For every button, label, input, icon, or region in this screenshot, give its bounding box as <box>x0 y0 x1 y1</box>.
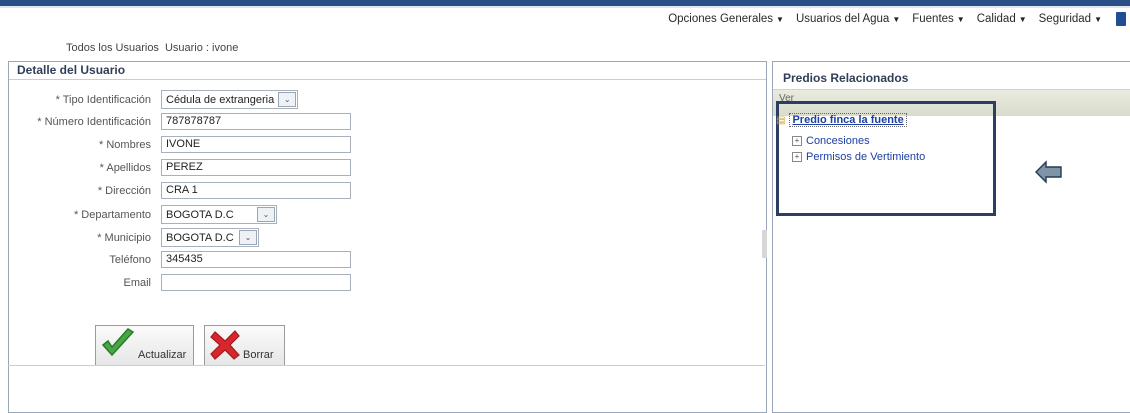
field-label: * Departamento <box>73 208 151 221</box>
departamento-select[interactable]: BOGOTA D.C ⌄ <box>161 205 277 224</box>
tree-node-permisos[interactable]: + Permisos de Vertimiento <box>792 151 925 163</box>
chevron-down-icon[interactable]: ⌄ <box>278 92 297 107</box>
apellidos-field[interactable]: PEREZ <box>161 159 351 176</box>
direccion-field[interactable]: CRA 1 <box>161 182 351 199</box>
expand-plus-icon[interactable]: + <box>792 152 802 162</box>
form-footer-divider <box>8 365 765 366</box>
menu-opciones-generales[interactable]: Opciones Generales ▼ <box>668 12 784 26</box>
expand-plus-icon[interactable]: + <box>792 136 802 146</box>
email-field[interactable] <box>161 274 351 291</box>
tipo-identificacion-select[interactable]: Cédula de extrangeria ⌄ <box>161 90 299 109</box>
arrow-left-icon <box>1035 160 1062 184</box>
field-label: * Dirección <box>97 184 151 197</box>
menu-seguridad[interactable]: Seguridad ▼ <box>1039 12 1102 26</box>
actualizar-button[interactable]: Actualizar <box>95 325 194 366</box>
nombres-field[interactable]: IVONE <box>161 136 351 153</box>
form-row-direccion: * Dirección CRA 1 <box>9 182 351 199</box>
top-brand-shadow <box>0 6 1130 8</box>
checkmark-icon <box>101 328 135 357</box>
field-label: Teléfono <box>109 253 151 266</box>
splitter-handle[interactable] <box>762 230 767 258</box>
form-row-tipo-id: * Tipo Identificación Cédula de extrange… <box>9 90 299 109</box>
tree-node-label[interactable]: Concesiones <box>806 135 870 147</box>
select-value: BOGOTA D.C <box>166 231 234 244</box>
breadcrumb-current-user: Usuario : ivone <box>164 42 239 54</box>
actualizar-label: Actualizar <box>138 349 187 361</box>
caret-down-icon: ▼ <box>1018 14 1027 24</box>
menu-label: Usuarios del Agua <box>795 13 890 25</box>
menu-label: Calidad <box>976 13 1016 25</box>
tree-node-label[interactable]: Permisos de Vertimiento <box>806 151 925 163</box>
telefono-field[interactable]: 345435 <box>161 251 351 268</box>
caret-down-icon: ▼ <box>892 14 901 24</box>
borrar-button[interactable]: Borrar <box>204 325 285 366</box>
user-detail-title: Detalle del Usuario <box>9 62 766 80</box>
delete-x-icon <box>210 330 240 360</box>
field-label: * Número Identificación <box>37 115 151 128</box>
folder-icon: ▤ <box>776 114 786 126</box>
field-label: Email <box>123 276 151 289</box>
main-menu: Opciones Generales ▼ Usuarios del Agua ▼ F… <box>668 12 1126 26</box>
breadcrumb: Todos los Usuarios Usuario : ivone <box>66 42 238 54</box>
caret-down-icon: ▼ <box>956 14 965 24</box>
breadcrumb-all-users[interactable]: Todos los Usuarios <box>66 42 159 54</box>
menu-fuentes[interactable]: Fuentes ▼ <box>912 12 964 26</box>
related-properties-title: Predios Relacionados <box>773 62 1130 90</box>
form-row-nombres: * Nombres IVONE <box>9 136 351 153</box>
select-value: BOGOTA D.C <box>166 208 234 221</box>
numero-identificacion-field[interactable]: 787878787 <box>161 113 351 130</box>
form-row-apellidos: * Apellidos PEREZ <box>9 159 351 176</box>
municipio-select[interactable]: BOGOTA D.C ⌄ <box>161 228 259 247</box>
chevron-down-icon[interactable]: ⌄ <box>257 207 275 222</box>
user-icon[interactable] <box>1116 12 1126 26</box>
menu-calidad[interactable]: Calidad ▼ <box>977 12 1027 26</box>
field-label: * Municipio <box>97 231 151 244</box>
tree-node-concesiones[interactable]: + Concesiones <box>792 135 870 147</box>
menu-label: Seguridad <box>1038 13 1092 25</box>
menu-label: Opciones Generales <box>668 13 774 25</box>
tree-root-label[interactable]: Predio finca la fuente <box>789 113 907 127</box>
menu-label: Fuentes <box>912 13 954 25</box>
form-row-telefono: Teléfono 345435 <box>9 251 351 268</box>
field-label: * Tipo Identificación <box>55 93 151 106</box>
form-row-numero-id: * Número Identificación 787878787 <box>9 113 351 130</box>
form-row-municipio: * Municipio BOGOTA D.C ⌄ <box>9 228 259 247</box>
caret-down-icon: ▼ <box>776 14 784 24</box>
field-label: * Nombres <box>99 138 151 151</box>
field-label: * Apellidos <box>99 161 151 174</box>
caret-down-icon: ▼ <box>1094 14 1102 24</box>
tree-root-node[interactable]: ▤ Predio finca la fuente <box>776 113 907 127</box>
form-row-departamento: * Departamento BOGOTA D.C ⌄ <box>9 205 277 224</box>
select-value: Cédula de extrangeria <box>166 93 275 106</box>
borrar-label: Borrar <box>243 349 274 361</box>
form-row-email: Email <box>9 274 351 291</box>
chevron-down-icon[interactable]: ⌄ <box>239 230 257 245</box>
menu-usuarios-del-agua[interactable]: Usuarios del Agua ▼ <box>796 12 900 26</box>
